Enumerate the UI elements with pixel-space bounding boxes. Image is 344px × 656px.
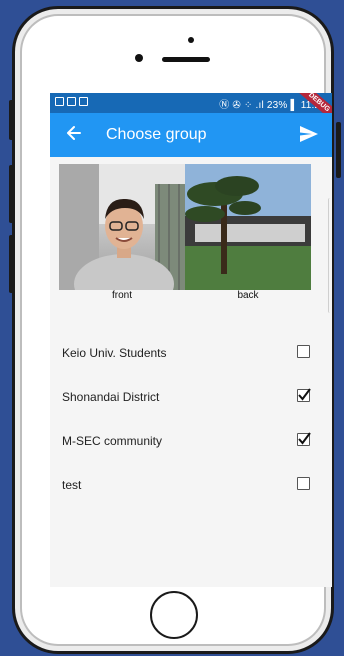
notification-icons [55,97,88,106]
group-name: Shonandai District [62,390,160,404]
app-bar: Choose group [50,113,332,157]
group-row[interactable]: M-SEC community [50,422,332,466]
group-row[interactable]: Keio Univ. Students [50,334,332,378]
group-name: M-SEC community [62,434,163,448]
back-photo-label: back [237,290,259,301]
checkmark-icon [298,388,311,401]
volume-up-button [9,165,14,223]
page-title: Choose group [106,126,207,143]
sensor-dot [188,37,194,43]
front-photo[interactable] [59,164,185,290]
group-name: Keio Univ. Students [62,346,167,360]
home-button[interactable] [150,591,198,639]
play-icon [79,97,88,106]
group-checkbox[interactable] [297,388,311,402]
back-photo[interactable] [185,164,311,290]
gallery-icon [67,97,76,106]
group-checkbox[interactable] [297,432,311,446]
group-list: Keio Univ. Students Shonandai District M… [50,334,332,510]
volume-down-button [9,235,14,293]
photo-preview-row [59,164,311,290]
back-photo-image [185,164,311,290]
phone-frame: Ⓝ ✇ ⁘ .ıl 23% ▌ 11:20 DEBUG Choose group [12,6,334,654]
checkmark-icon [298,432,311,445]
front-camera [135,54,143,62]
group-row[interactable]: Shonandai District [50,378,332,422]
power-button [336,122,341,178]
video-icon [55,97,64,106]
group-row[interactable]: test [50,466,332,510]
back-arrow-icon[interactable] [64,123,84,143]
send-icon[interactable] [298,124,320,144]
earpiece-speaker [162,57,210,62]
screen: Ⓝ ✇ ⁘ .ıl 23% ▌ 11:20 DEBUG Choose group [50,93,332,587]
group-name: test [62,478,82,492]
status-bar: Ⓝ ✇ ⁘ .ıl 23% ▌ 11:20 DEBUG [50,93,332,127]
photo-labels: front back [59,290,311,301]
scroll-indicator [328,198,332,313]
group-checkbox[interactable] [297,345,310,358]
group-checkbox[interactable] [297,477,310,490]
front-photo-image [59,164,185,290]
front-photo-label: front [111,290,132,301]
mute-switch [9,100,14,140]
